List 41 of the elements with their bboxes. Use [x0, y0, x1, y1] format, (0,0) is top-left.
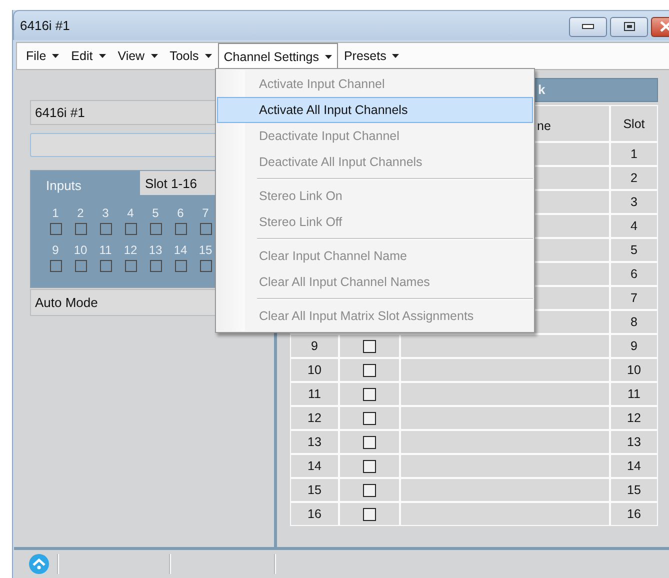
channel-number: 2 [77, 207, 84, 220]
table-cell: 3 [611, 191, 657, 213]
table-cell: 11 [611, 383, 657, 405]
table-cell: 8 [611, 311, 657, 333]
table-cell: 16 [291, 503, 338, 525]
table-cell: 13 [291, 431, 338, 453]
channel-number: 15 [198, 244, 212, 257]
channel-number: 3 [102, 207, 109, 220]
channel-number: 13 [148, 244, 162, 257]
table-cell: 12 [611, 407, 657, 429]
column-header: Slot [611, 106, 657, 141]
channel-number: 14 [174, 244, 188, 257]
table-cell: 9 [611, 335, 657, 357]
table-cell: 10 [611, 359, 657, 381]
group-title: Inputs [45, 177, 82, 195]
table-cell: 5 [611, 239, 657, 261]
table-cell: 2 [611, 167, 657, 189]
table-cell: 14 [611, 455, 657, 477]
table-cell: 10 [291, 359, 338, 381]
table-cell: 1 [611, 143, 657, 165]
window-title: 6416i #1 [20, 18, 71, 33]
channel-number: 6 [177, 207, 184, 220]
table-cell: 6 [611, 263, 657, 285]
channel-number: 10 [74, 244, 88, 257]
table-cell: 12 [291, 407, 338, 429]
table-cell: 13 [611, 431, 657, 453]
channel-number: 12 [124, 244, 138, 257]
table-cell: 11 [291, 383, 338, 405]
table-cell: 9 [291, 335, 338, 357]
table-cell: 15 [291, 479, 338, 501]
channel-number: 11 [99, 244, 112, 257]
channel-number: 4 [127, 207, 134, 220]
table-cell: 14 [291, 455, 338, 477]
table-cell: 7 [611, 287, 657, 309]
channel-number: 1 [52, 207, 59, 220]
table-cell: 16 [611, 503, 657, 525]
table-cell: 4 [611, 215, 657, 237]
channel-number: 7 [202, 207, 209, 220]
table-cell: 15 [611, 479, 657, 501]
channel-number: 5 [152, 207, 159, 220]
channel-number: 9 [52, 244, 59, 257]
